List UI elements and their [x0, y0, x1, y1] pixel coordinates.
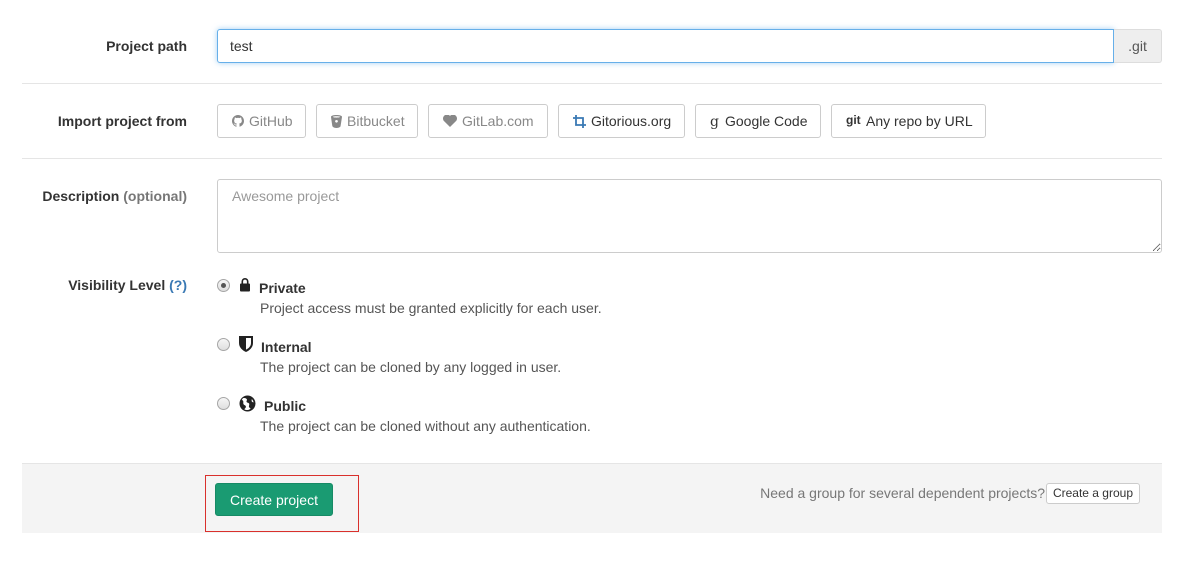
public-description: The project can be cloned without any au…: [260, 418, 591, 434]
bitbucket-icon: [331, 114, 342, 128]
import-gitlab-label: GitLab.com: [462, 113, 534, 129]
import-github-label: GitHub: [249, 113, 293, 129]
visibility-label-text: Visibility Level: [68, 277, 166, 293]
form-actions: Create project Need a group for several …: [22, 463, 1162, 533]
svg-text:git: git: [846, 114, 861, 127]
import-google-code-button[interactable]: g Google Code: [695, 104, 821, 138]
internal-description: The project can be cloned by any logged …: [260, 359, 562, 375]
public-radio[interactable]: [217, 397, 230, 410]
git-suffix-addon: .git: [1114, 29, 1162, 63]
description-label: Description (optional): [42, 188, 187, 204]
git-icon: git: [846, 114, 861, 127]
gitorious-icon: [573, 114, 586, 128]
internal-radio[interactable]: [217, 338, 230, 351]
private-description: Project access must be granted explicitl…: [260, 300, 602, 316]
divider: [22, 83, 1162, 84]
globe-icon: [239, 395, 256, 412]
internal-title: Internal: [261, 339, 312, 355]
import-gitlab-button[interactable]: GitLab.com: [428, 104, 548, 138]
import-label: Import project from: [57, 113, 187, 129]
create-group-button[interactable]: Create a group: [1045, 483, 1140, 504]
description-label-text: Description: [42, 188, 120, 204]
import-bitbucket-button[interactable]: Bitbucket: [316, 104, 418, 138]
divider: [22, 158, 1162, 159]
project-path-input[interactable]: [217, 29, 1114, 63]
description-optional: (optional): [123, 188, 187, 204]
import-gitorious-label: Gitorious.org: [591, 113, 672, 129]
visibility-label: Visibility Level (?): [68, 277, 187, 293]
import-url-label: Any repo by URL: [866, 113, 973, 129]
private-title: Private: [259, 280, 306, 296]
group-hint-text: Need a group for several dependent proje…: [760, 485, 1045, 501]
google-icon: g: [710, 114, 719, 129]
public-title: Public: [264, 398, 307, 414]
visibility-help-link[interactable]: (?): [169, 277, 187, 293]
import-google-code-label: Google Code: [725, 113, 808, 129]
shield-icon: [239, 336, 253, 352]
import-url-button[interactable]: git Any repo by URL: [831, 104, 986, 138]
import-bitbucket-label: Bitbucket: [347, 113, 405, 129]
import-gitorious-button[interactable]: Gitorious.org: [558, 104, 685, 138]
project-path-label: Project path: [106, 38, 187, 54]
svg-text:g: g: [710, 114, 719, 129]
private-radio[interactable]: [217, 279, 230, 292]
create-project-button[interactable]: Create project: [215, 483, 333, 516]
heart-icon: [443, 115, 457, 127]
github-icon: [232, 115, 244, 127]
description-textarea[interactable]: [217, 179, 1162, 253]
lock-icon: [240, 278, 250, 292]
import-github-button[interactable]: GitHub: [217, 104, 306, 138]
